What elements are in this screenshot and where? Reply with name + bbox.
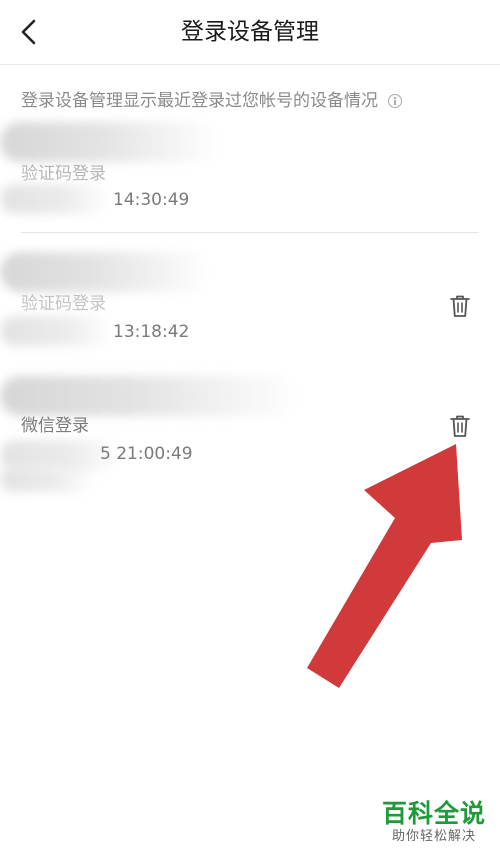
device-item: 微信登录 5 21:00:49 xyxy=(0,368,500,498)
redacted-location xyxy=(0,316,112,346)
page-title: 登录设备管理 xyxy=(181,19,319,45)
login-method: 微信登录 xyxy=(21,416,89,436)
redacted-location xyxy=(0,184,110,214)
login-time: 5 21:00:49 xyxy=(100,444,193,464)
redacted-device-name xyxy=(0,376,300,416)
info-icon[interactable] xyxy=(388,94,402,108)
notice-text: 登录设备管理显示最近登录过您帐号的设备情况 xyxy=(21,91,378,111)
notice-text-row: 登录设备管理显示最近登录过您帐号的设备情况 xyxy=(21,88,402,114)
trash-icon xyxy=(450,295,470,317)
divider xyxy=(21,232,479,233)
redacted-device-name xyxy=(0,252,210,292)
login-method: 验证码登录 xyxy=(21,164,106,184)
delete-device-button[interactable] xyxy=(449,414,471,438)
login-time: 14:30:49 xyxy=(113,190,190,210)
redacted-extra xyxy=(0,466,95,492)
header-bar: 登录设备管理 xyxy=(0,0,500,65)
device-item: 验证码登录 14:30:49 xyxy=(0,118,500,233)
trash-icon xyxy=(450,415,470,437)
watermark-main: 百科全说 xyxy=(381,799,486,828)
login-method: 验证码登录 xyxy=(21,294,106,314)
delete-device-button[interactable] xyxy=(449,294,471,318)
redacted-device-name xyxy=(0,122,220,162)
watermark: 百科全说 助你轻松解决 xyxy=(382,800,486,846)
device-item: 验证码登录 13:18:42 xyxy=(0,246,500,361)
watermark-sub: 助你轻松解决 xyxy=(391,829,476,844)
login-time: 13:18:42 xyxy=(113,322,190,342)
